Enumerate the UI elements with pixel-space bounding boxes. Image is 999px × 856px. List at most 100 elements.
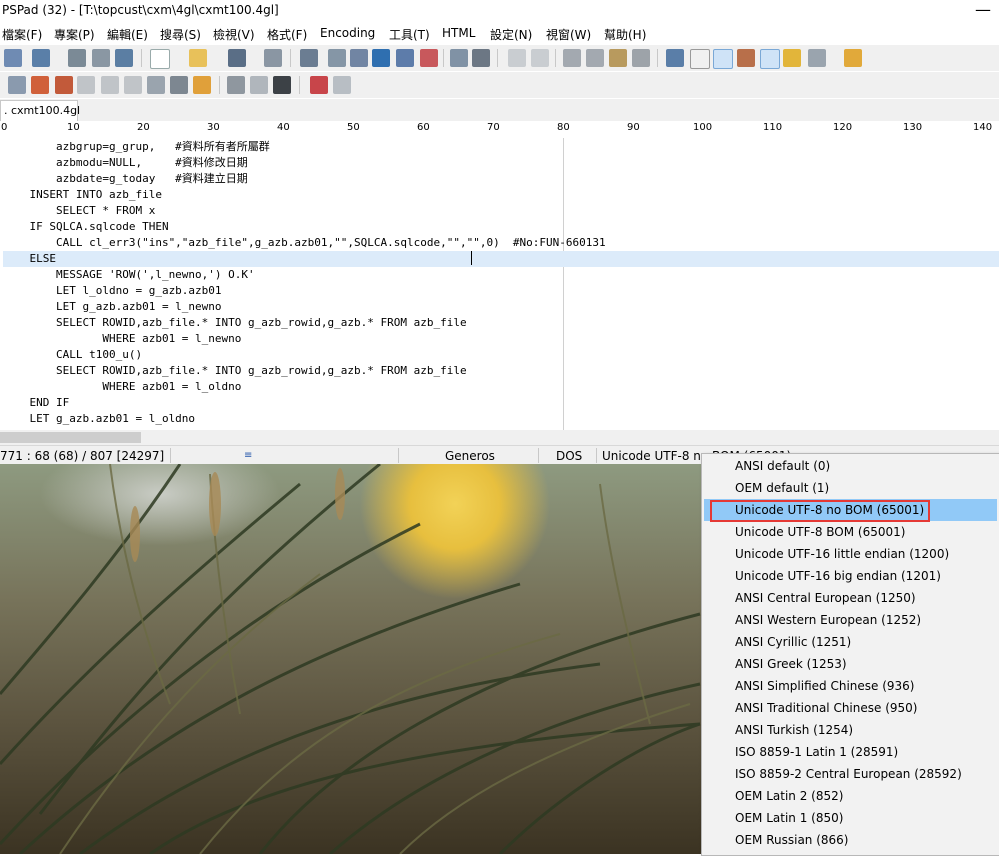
color-picker-icon[interactable]	[31, 76, 49, 94]
encoding-option[interactable]: ANSI Western European (1252)	[704, 609, 997, 631]
run-icon[interactable]	[227, 76, 245, 94]
menu-project[interactable]: 專案(P)	[54, 26, 95, 43]
google-icon[interactable]	[193, 76, 211, 94]
brace-match-icon[interactable]	[372, 49, 390, 67]
print-icon[interactable]	[472, 49, 490, 67]
encoding-option[interactable]: ANSI Turkish (1254)	[704, 719, 997, 741]
save-all-icon[interactable]	[264, 49, 282, 67]
menu-tools[interactable]: 工具(T)	[389, 26, 430, 43]
web-icon[interactable]	[147, 76, 165, 94]
replace-icon[interactable]	[350, 49, 368, 67]
indent-icon[interactable]	[666, 49, 684, 67]
status-separator	[538, 448, 539, 463]
tab-cxmt100[interactable]: . cxmt100.4gl	[0, 100, 81, 121]
menu-help[interactable]: 幫助(H)	[604, 26, 646, 43]
encoding-option[interactable]: OEM default (1)	[704, 477, 997, 499]
code-line: LET g_azb.azb01 = l_newno	[3, 300, 222, 313]
ruler-label: 140	[973, 122, 993, 133]
pin-icon[interactable]	[844, 49, 862, 67]
encoding-option[interactable]: OEM Russian (866)	[704, 829, 997, 851]
code-line: azbgrup=g_grup, #資料所有者所屬群	[3, 140, 270, 153]
encoding-option[interactable]: ISO 8859-1 Latin 1 (28591)	[704, 741, 997, 763]
current-code-line: ELSE	[3, 251, 999, 267]
color-10-icon[interactable]	[55, 76, 73, 94]
status-encoding-icon[interactable]: ≡	[244, 450, 252, 461]
settings-icon[interactable]	[115, 49, 133, 67]
scrollbar-thumb[interactable]	[0, 432, 141, 443]
encoding-option[interactable]: Unicode UTF-16 big endian (1201)	[704, 565, 997, 587]
pilcrow-icon[interactable]	[690, 49, 710, 69]
window-icon[interactable]	[92, 49, 110, 67]
encoding-option[interactable]: OEM Latin 2 (852)	[704, 785, 997, 807]
toolbar-separator	[657, 49, 658, 67]
project-open-icon[interactable]	[32, 49, 50, 67]
menu-view[interactable]: 檢視(V)	[213, 26, 255, 43]
ruler-label: 50	[347, 122, 360, 133]
open-folder-icon[interactable]	[189, 49, 207, 67]
menu-file[interactable]: 檔案(F)	[2, 26, 42, 43]
encoding-option[interactable]: OEM Latin 1 (850)	[704, 807, 997, 829]
tab-label: . cxmt100.4gl	[4, 104, 81, 117]
status-line-end[interactable]: DOS	[556, 449, 582, 463]
menu-html[interactable]: HTML	[442, 26, 475, 40]
column-mode-icon[interactable]	[760, 49, 780, 69]
encoding-option[interactable]: ANSI Greek (1253)	[704, 653, 997, 675]
goto-icon[interactable]	[420, 49, 438, 67]
ruler-label: 110	[763, 122, 783, 133]
menu-format[interactable]: 格式(F)	[267, 26, 307, 43]
lock-icon[interactable]	[783, 49, 801, 67]
code-editor[interactable]: azbgrup=g_grup, #資料所有者所屬群 azbmodu=NULL, …	[0, 138, 999, 430]
save-icon[interactable]	[228, 49, 246, 67]
html-to-txt-icon[interactable]	[77, 76, 95, 94]
text-caret	[471, 251, 472, 265]
word-wrap-icon[interactable]	[713, 49, 733, 69]
glasses-icon[interactable]	[333, 76, 351, 94]
undo-icon[interactable]	[508, 49, 526, 67]
menu-edit[interactable]: 編輯(E)	[107, 26, 148, 43]
status-highlighter[interactable]: Generos	[445, 449, 495, 463]
spell-check-icon[interactable]	[808, 49, 826, 67]
minimize-button[interactable]: —	[975, 0, 991, 19]
menu-settings[interactable]: 設定(N)	[490, 26, 532, 43]
encoding-option[interactable]: Unicode UTF-16 little endian (1200)	[704, 543, 997, 565]
strip-tag-icon[interactable]	[101, 76, 119, 94]
menu-window[interactable]: 視窗(W)	[546, 26, 591, 43]
encoding-option[interactable]: Unicode UTF-8 BOM (65001)	[704, 521, 997, 543]
encoding-option[interactable]: ANSI Simplified Chinese (936)	[704, 675, 997, 697]
toolbar-separator	[141, 49, 142, 67]
ruler-label: 80	[557, 122, 570, 133]
encoding-option[interactable]: ANSI Traditional Chinese (950)	[704, 697, 997, 719]
html-tool-icon[interactable]	[8, 76, 26, 94]
encoding-option-selected[interactable]: Unicode UTF-8 no BOM (65001)	[704, 499, 997, 522]
encoding-option[interactable]: ANSI Central European (1250)	[704, 587, 997, 609]
search-icon[interactable]	[328, 49, 346, 67]
paste-icon[interactable]	[609, 49, 627, 67]
menu-encoding[interactable]: Encoding	[320, 26, 375, 40]
console-icon[interactable]	[273, 76, 291, 94]
tag-icon[interactable]	[124, 76, 142, 94]
menu-search[interactable]: 搜尋(S)	[160, 26, 201, 43]
code-line: MESSAGE 'ROW(',l_newno,') O.K'	[3, 268, 255, 281]
encoding-option[interactable]: ANSI Cyrillic (1251)	[704, 631, 997, 653]
tools-icon[interactable]	[68, 49, 86, 67]
copy-icon[interactable]	[586, 49, 604, 67]
close-file-icon[interactable]	[300, 49, 318, 67]
ruler-label: 100	[693, 122, 713, 133]
redo-icon[interactable]	[531, 49, 549, 67]
new-file-icon[interactable]	[150, 49, 170, 69]
horizontal-scrollbar[interactable]	[0, 430, 999, 445]
filter-icon[interactable]	[170, 76, 188, 94]
binary-icon[interactable]	[250, 76, 268, 94]
record-icon[interactable]	[310, 76, 328, 94]
ruler-label: 20	[137, 122, 150, 133]
encoding-option[interactable]: ISO 8859-2 Central European (28592)	[704, 763, 997, 785]
cut-icon[interactable]	[563, 49, 581, 67]
project-icon[interactable]	[4, 49, 22, 67]
encoding-option[interactable]: ANSI default (0)	[704, 455, 997, 477]
delete-icon[interactable]	[632, 49, 650, 67]
print-preview-icon[interactable]	[450, 49, 468, 67]
ruler-label: 120	[833, 122, 853, 133]
bookmark-icon[interactable]	[396, 49, 414, 67]
syntax-icon[interactable]	[737, 49, 755, 67]
code-line: INSERT INTO azb_file	[3, 188, 162, 201]
